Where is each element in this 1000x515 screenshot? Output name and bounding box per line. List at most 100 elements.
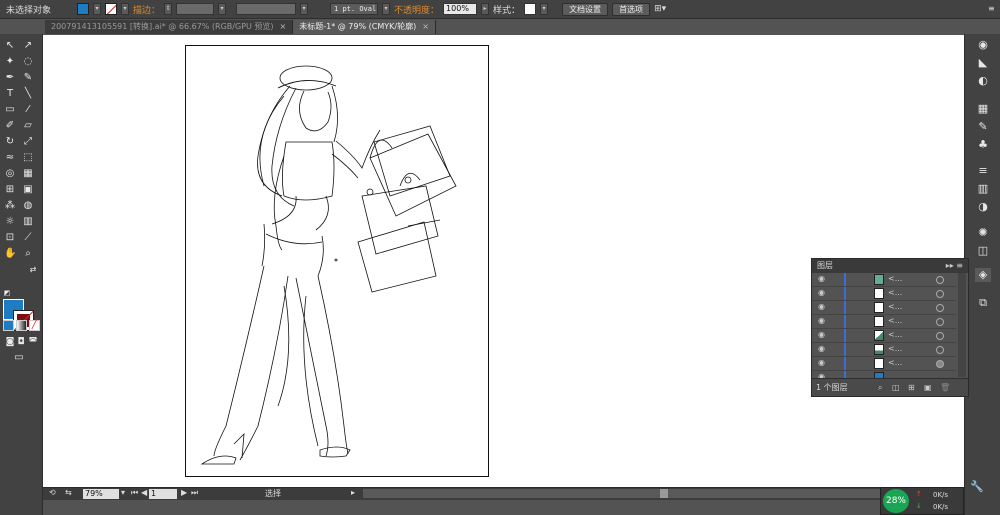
- pathfinder-icon[interactable]: ✺: [975, 226, 991, 240]
- visibility-eye-icon[interactable]: ◉: [818, 331, 828, 339]
- artboard-nav-icon[interactable]: ⇆: [65, 488, 72, 497]
- artboard-number-field[interactable]: 1: [149, 489, 177, 499]
- style-dropdown[interactable]: ▾: [540, 3, 549, 15]
- layer-name[interactable]: <...: [888, 358, 902, 367]
- close-icon[interactable]: ×: [280, 22, 287, 31]
- close-icon[interactable]: ×: [422, 22, 429, 31]
- pen-tool-icon[interactable]: ✒: [4, 72, 16, 84]
- tab-document-2[interactable]: 未标题-1* @ 79% (CMYK/轮廓) ×: [293, 20, 436, 34]
- draw-behind-icon[interactable]: ◘: [15, 336, 27, 348]
- usage-percent-circle[interactable]: 28%: [883, 489, 909, 513]
- selection-tool-icon[interactable]: ↖: [4, 40, 16, 52]
- visibility-eye-icon[interactable]: ◉: [818, 275, 828, 283]
- default-colors-icon[interactable]: ◩: [1, 287, 13, 299]
- direct-selection-tool-icon[interactable]: ↗: [22, 40, 34, 52]
- stroke-weight-field[interactable]: [176, 3, 215, 15]
- color-guide-icon[interactable]: ◐: [975, 74, 991, 88]
- stroke-color-swatch[interactable]: [105, 3, 118, 15]
- brushes-icon[interactable]: ✎: [975, 120, 991, 134]
- target-circle-icon[interactable]: [936, 332, 944, 340]
- target-circle-icon[interactable]: [936, 346, 944, 354]
- navigator-icon[interactable]: ◫: [975, 244, 991, 258]
- visibility-eye-icon[interactable]: ◉: [818, 359, 828, 367]
- fill-dropdown[interactable]: ▾: [93, 3, 102, 15]
- artboard-tool-icon[interactable]: ⊡: [4, 232, 16, 244]
- transparency-icon[interactable]: ◑: [975, 200, 991, 214]
- next-artboard-icon[interactable]: ▶: [181, 488, 187, 497]
- wrench-icon[interactable]: 🔧: [970, 480, 984, 493]
- rotate-tool-icon[interactable]: ↻: [4, 136, 16, 148]
- new-layer-icon[interactable]: ▣: [924, 379, 932, 397]
- none-mode-icon[interactable]: ╱: [29, 320, 40, 331]
- graphic-style-swatch[interactable]: [524, 3, 537, 15]
- eyedropper-tool-icon[interactable]: ⁂: [4, 200, 16, 212]
- swatches-icon[interactable]: ▦: [975, 102, 991, 116]
- layer-row[interactable]: ◉ <...: [812, 343, 956, 357]
- layer-name[interactable]: <...: [888, 316, 902, 325]
- width-tool-icon[interactable]: ≈: [4, 152, 16, 164]
- panel-menu-icon[interactable]: ≡: [988, 4, 995, 13]
- line-tool-icon[interactable]: ╲: [22, 88, 34, 100]
- type-tool-icon[interactable]: T: [4, 88, 16, 100]
- symbols-icon[interactable]: ♣: [975, 138, 991, 152]
- graphic-styles-icon[interactable]: ◣: [975, 56, 991, 70]
- layers-scrollbar[interactable]: [958, 273, 966, 377]
- layer-row[interactable]: ◉ <...: [812, 287, 956, 301]
- status-menu-icon[interactable]: ▸: [351, 488, 355, 497]
- target-circle-icon[interactable]: [936, 318, 944, 326]
- pencil-tool-icon[interactable]: ✐: [4, 120, 16, 132]
- visibility-eye-icon[interactable]: ◉: [818, 303, 828, 311]
- brush-definition[interactable]: 1 pt. Oval: [330, 3, 379, 15]
- column-graph-tool-icon[interactable]: ▥: [22, 216, 34, 228]
- make-clipping-mask-icon[interactable]: ◫: [892, 379, 900, 397]
- rectangle-tool-icon[interactable]: ▭: [4, 104, 16, 116]
- layer-row[interactable]: ◉ <...: [812, 315, 956, 329]
- stroke-weight-stepper[interactable]: ⇕: [164, 3, 173, 15]
- eraser-tool-icon[interactable]: ▱: [22, 120, 34, 132]
- gradient-tool-icon[interactable]: ▣: [22, 184, 34, 196]
- first-artboard-icon[interactable]: ⏮: [131, 488, 138, 498]
- visibility-eye-icon[interactable]: ◉: [818, 317, 828, 325]
- stroke-icon[interactable]: ≡: [975, 164, 991, 178]
- layers-panel-header[interactable]: 图层 ▸▸ ≡: [812, 259, 968, 273]
- zoom-tool-icon[interactable]: ⌕: [22, 248, 34, 260]
- magic-wand-tool-icon[interactable]: ✦: [4, 56, 16, 68]
- layer-name[interactable]: <...: [888, 288, 902, 297]
- last-artboard-icon[interactable]: ⏭: [191, 488, 198, 498]
- scrollbar-thumb[interactable]: [660, 489, 668, 498]
- status-mode-text[interactable]: 选择: [265, 488, 281, 500]
- target-circle-icon[interactable]: [936, 360, 944, 368]
- profile-dropdown[interactable]: ▾: [300, 3, 309, 15]
- layers-icon[interactable]: ◈: [975, 268, 991, 282]
- visibility-eye-icon[interactable]: ◉: [818, 345, 828, 353]
- hand-tool-icon[interactable]: ✋: [4, 248, 16, 260]
- layer-name[interactable]: <...: [888, 302, 902, 311]
- target-circle-icon[interactable]: [936, 304, 944, 312]
- curvature-tool-icon[interactable]: ✎: [22, 72, 34, 84]
- screen-mode-icon[interactable]: ▭: [13, 352, 25, 364]
- appearance-icon[interactable]: ◉: [975, 38, 991, 52]
- layer-row[interactable]: ◉ <...: [812, 301, 956, 315]
- target-circle-icon[interactable]: [936, 276, 944, 284]
- artboards-icon[interactable]: ⧉: [975, 296, 991, 310]
- target-circle-icon[interactable]: [936, 290, 944, 298]
- brush-dropdown[interactable]: ▾: [382, 3, 391, 15]
- shape-builder-tool-icon[interactable]: ◎: [4, 168, 16, 180]
- horizontal-scrollbar[interactable]: [363, 489, 963, 498]
- slice-tool-icon[interactable]: ⟋: [22, 232, 34, 244]
- zoom-level-field[interactable]: 79%: [83, 489, 119, 499]
- gradient-mode-icon[interactable]: [16, 320, 27, 331]
- mesh-tool-icon[interactable]: ⊞: [4, 184, 16, 196]
- stroke-label[interactable]: 描边：: [133, 3, 160, 16]
- delete-layer-icon[interactable]: 🗑: [940, 379, 950, 397]
- locate-object-icon[interactable]: ⌕: [878, 379, 882, 397]
- lasso-tool-icon[interactable]: ◌: [22, 56, 34, 68]
- arrange-documents-icon[interactable]: ⊞▾: [654, 4, 666, 14]
- draw-inside-icon[interactable]: ◚: [27, 336, 39, 348]
- document-setup-button[interactable]: 文档设置: [562, 2, 609, 16]
- layer-name[interactable]: <...: [888, 330, 902, 339]
- scale-tool-icon[interactable]: ⤢: [22, 136, 34, 148]
- artboard[interactable]: [185, 45, 489, 477]
- variable-width-profile[interactable]: [236, 3, 297, 15]
- blend-tool-icon[interactable]: ◍: [22, 200, 34, 212]
